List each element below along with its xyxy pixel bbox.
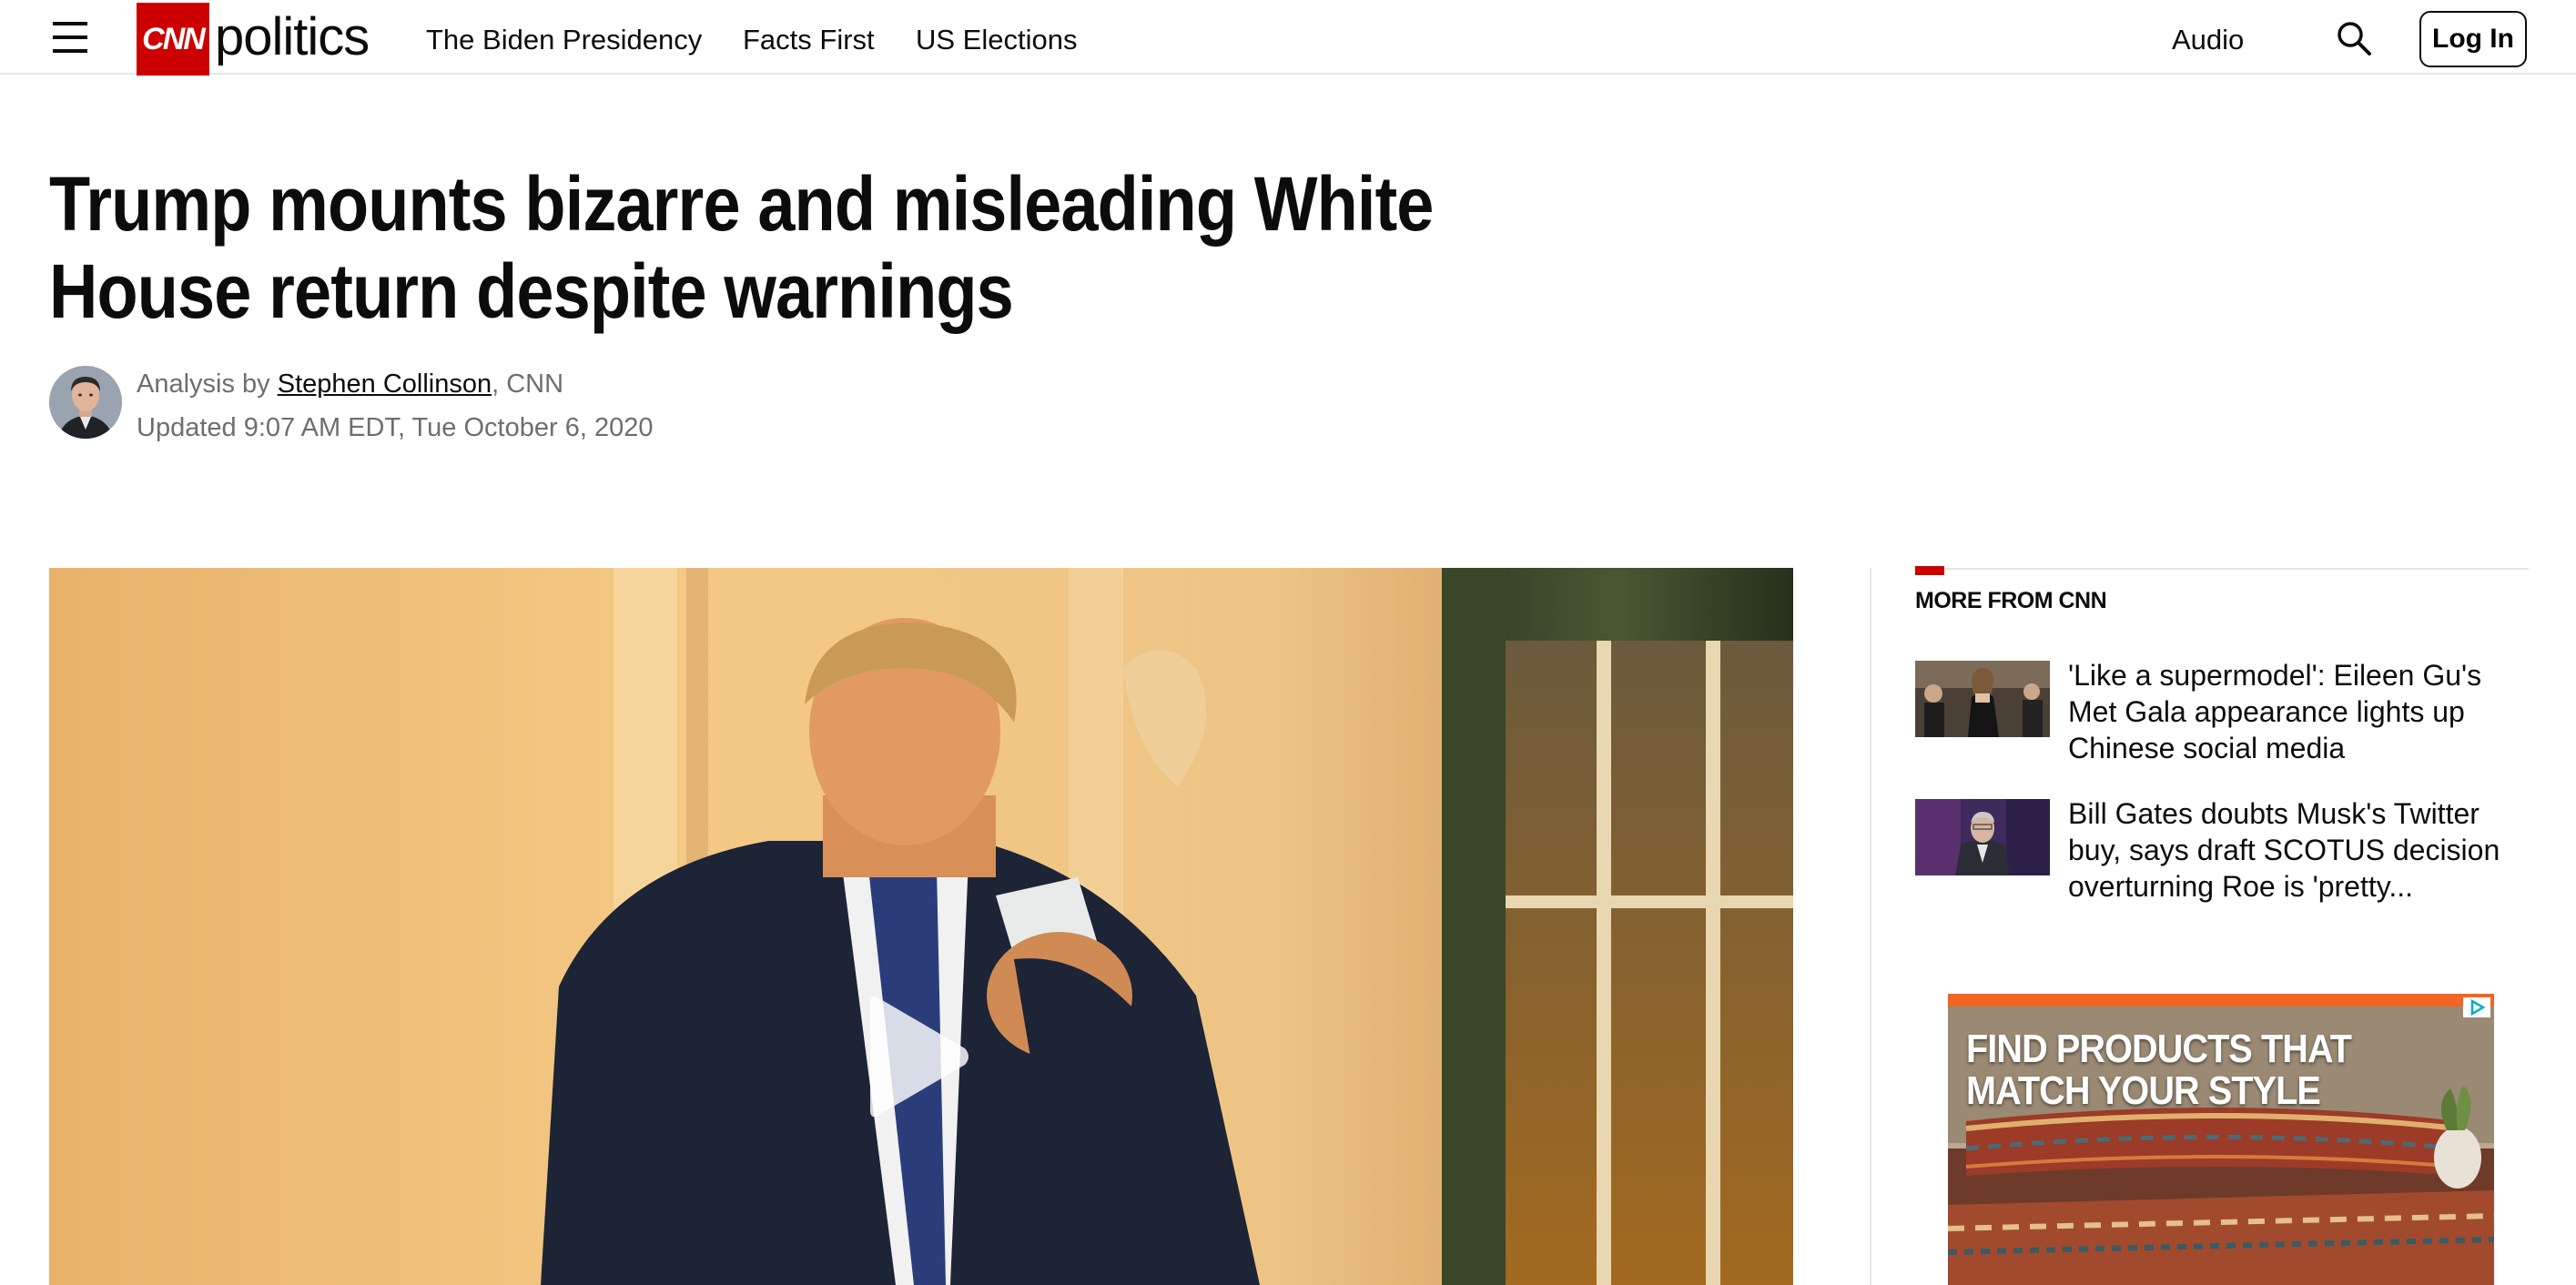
top-navigation: CNN politics The Biden Presidency Facts … [0,0,2576,76]
video-thumbnail [49,568,1793,1285]
article-byline: Analysis by Stephen Collinson, CNN [137,369,564,399]
rail-story-thumbnail[interactable] [1915,661,2050,737]
rail-section-title: MORE FROM CNN [1915,588,2107,613]
author-avatar[interactable] [49,366,122,439]
nav-link-audio[interactable]: Audio [2172,24,2244,56]
author-photo [49,366,122,439]
advertisement[interactable]: FIND PRODUCTS THAT MATCH YOUR STYLE [1948,994,2494,1285]
article-timestamp: Updated 9:07 AM EDT, Tue October 6, 2020 [137,413,654,442]
nav-link-facts-first[interactable]: Facts First [743,24,875,56]
rail-story-headline[interactable]: Bill Gates doubts Musk's Twitter buy, sa… [2068,795,2529,905]
rail-story-headline[interactable]: 'Like a supermodel': Eileen Gu's Met Gal… [2068,657,2529,766]
login-button[interactable]: Log In [2419,11,2527,67]
ad-headline: FIND PRODUCTS THAT MATCH YOUR STYLE [1966,1027,2352,1113]
article-headline: Trump mounts bizarre and misleading Whit… [49,161,1434,334]
cnn-logo[interactable]: CNN [137,3,209,76]
nav-link-biden-presidency[interactable]: The Biden Presidency [426,24,702,56]
adchoices-icon[interactable] [2463,997,2490,1017]
play-icon[interactable] [865,988,974,1125]
rail-accent-bar [1915,566,1944,575]
author-link[interactable]: Stephen Collinson [278,369,492,399]
section-logo-politics[interactable]: politics [215,5,370,69]
video-player[interactable] [49,568,1793,1285]
rail-top-rule [1915,568,2529,570]
nav-link-us-elections[interactable]: US Elections [916,24,1077,56]
hamburger-menu-icon[interactable] [53,20,87,53]
search-icon[interactable] [2336,20,2372,56]
rail-divider [1870,568,1871,1285]
rail-story-thumbnail[interactable] [1915,799,2050,875]
